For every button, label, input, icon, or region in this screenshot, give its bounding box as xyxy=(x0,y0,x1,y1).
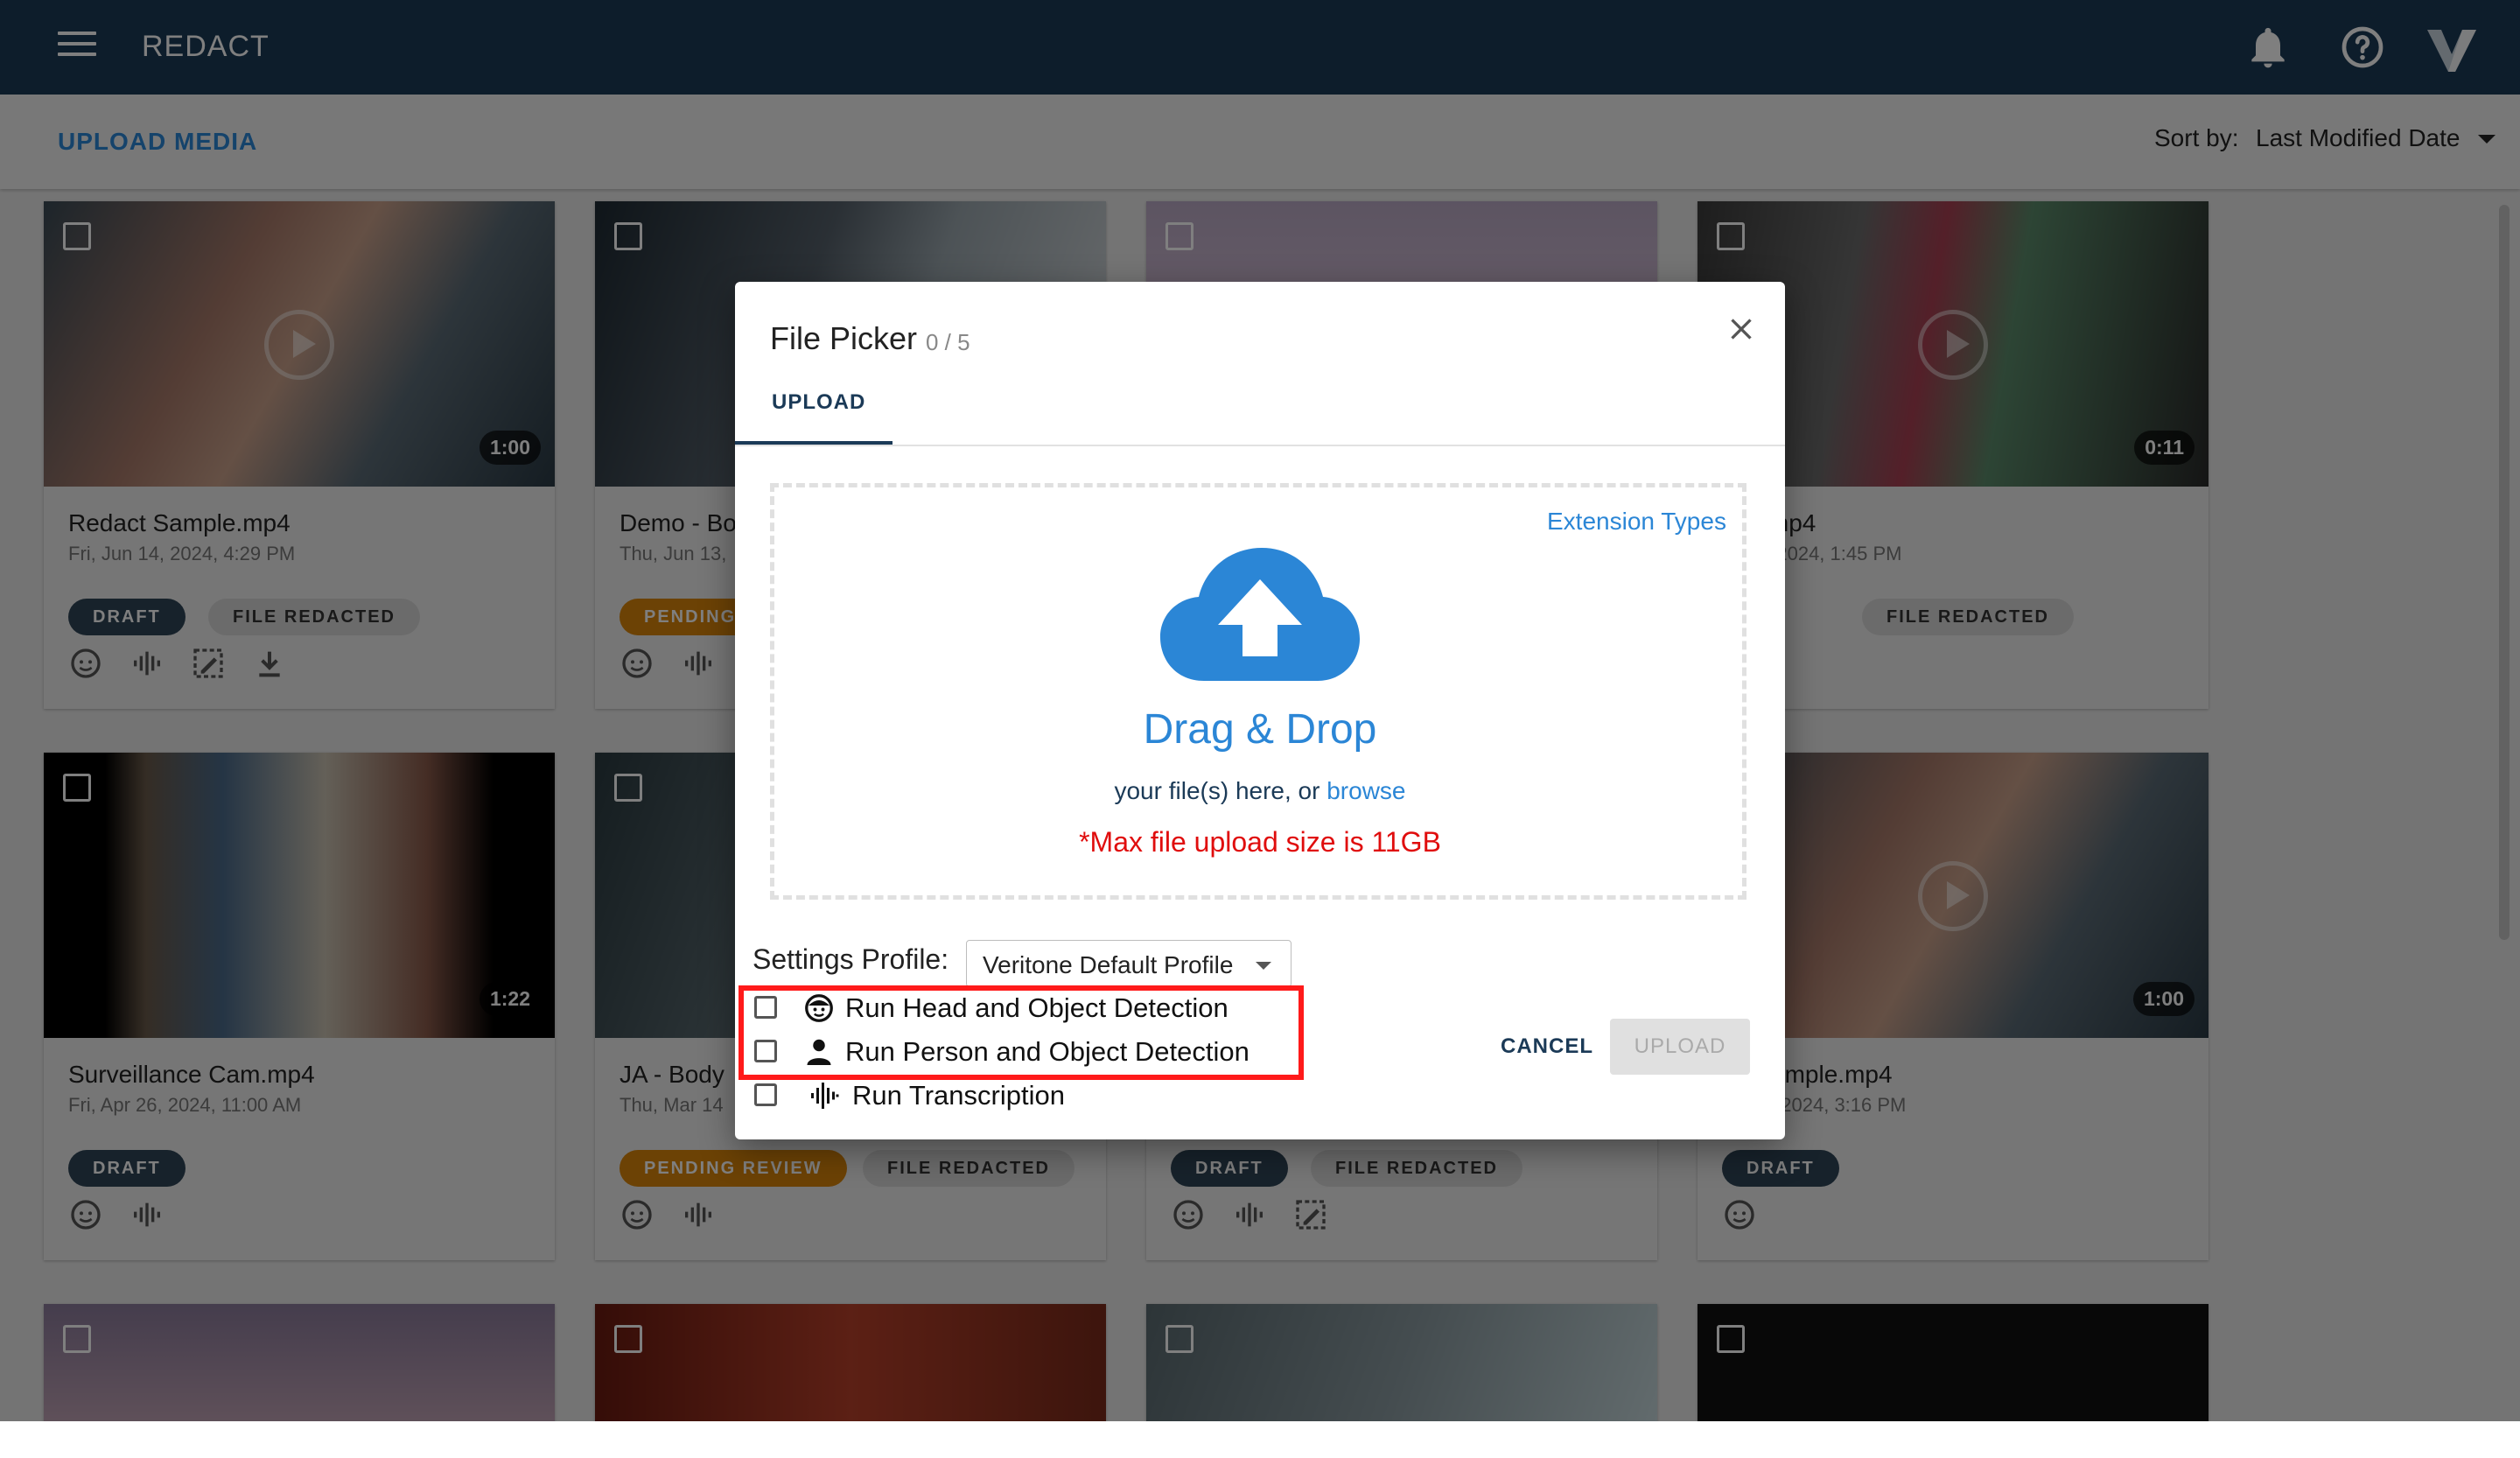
file-count: 0 / 5 xyxy=(926,329,970,355)
person-icon xyxy=(807,1039,831,1065)
option-label: Run Head and Object Detection xyxy=(845,992,1228,1023)
tab-upload[interactable]: UPLOAD xyxy=(772,390,865,415)
transcription-checkbox[interactable] xyxy=(754,1083,777,1106)
extension-types-link[interactable]: Extension Types xyxy=(1547,508,1726,536)
dropdown-caret-icon xyxy=(1256,962,1271,970)
option-label: Run Transcription xyxy=(852,1080,1065,1111)
drop-hint: your file(s) here, or browse xyxy=(735,777,1785,805)
file-picker-dialog: File Picker 0 / 5 UPLOAD Extension Types… xyxy=(735,282,1785,1139)
settings-profile-value: Veritone Default Profile xyxy=(983,951,1234,978)
page-footer-strip xyxy=(0,1421,2520,1458)
browse-link[interactable]: browse xyxy=(1326,777,1405,804)
cloud-upload-icon xyxy=(1160,548,1360,681)
close-icon[interactable] xyxy=(1726,313,1757,345)
face-icon xyxy=(805,994,833,1022)
dialog-title: File Picker xyxy=(770,320,918,356)
audio-wave-icon xyxy=(811,1083,839,1109)
head-detection-checkbox[interactable] xyxy=(754,996,777,1019)
drop-hint-text: your file(s) here, or xyxy=(1114,777,1320,804)
drag-drop-heading: Drag & Drop xyxy=(1143,706,1377,753)
settings-profile-select[interactable]: Veritone Default Profile xyxy=(966,940,1292,987)
tab-divider xyxy=(735,445,1785,446)
max-size-warning: *Max file upload size is 11GB xyxy=(1079,826,1441,858)
cancel-button[interactable]: CANCEL xyxy=(1488,1020,1606,1073)
settings-profile-label: Settings Profile: xyxy=(752,943,949,975)
option-label: Run Person and Object Detection xyxy=(845,1036,1250,1067)
person-detection-checkbox[interactable] xyxy=(754,1040,777,1062)
upload-button[interactable]: UPLOAD xyxy=(1610,1019,1750,1075)
